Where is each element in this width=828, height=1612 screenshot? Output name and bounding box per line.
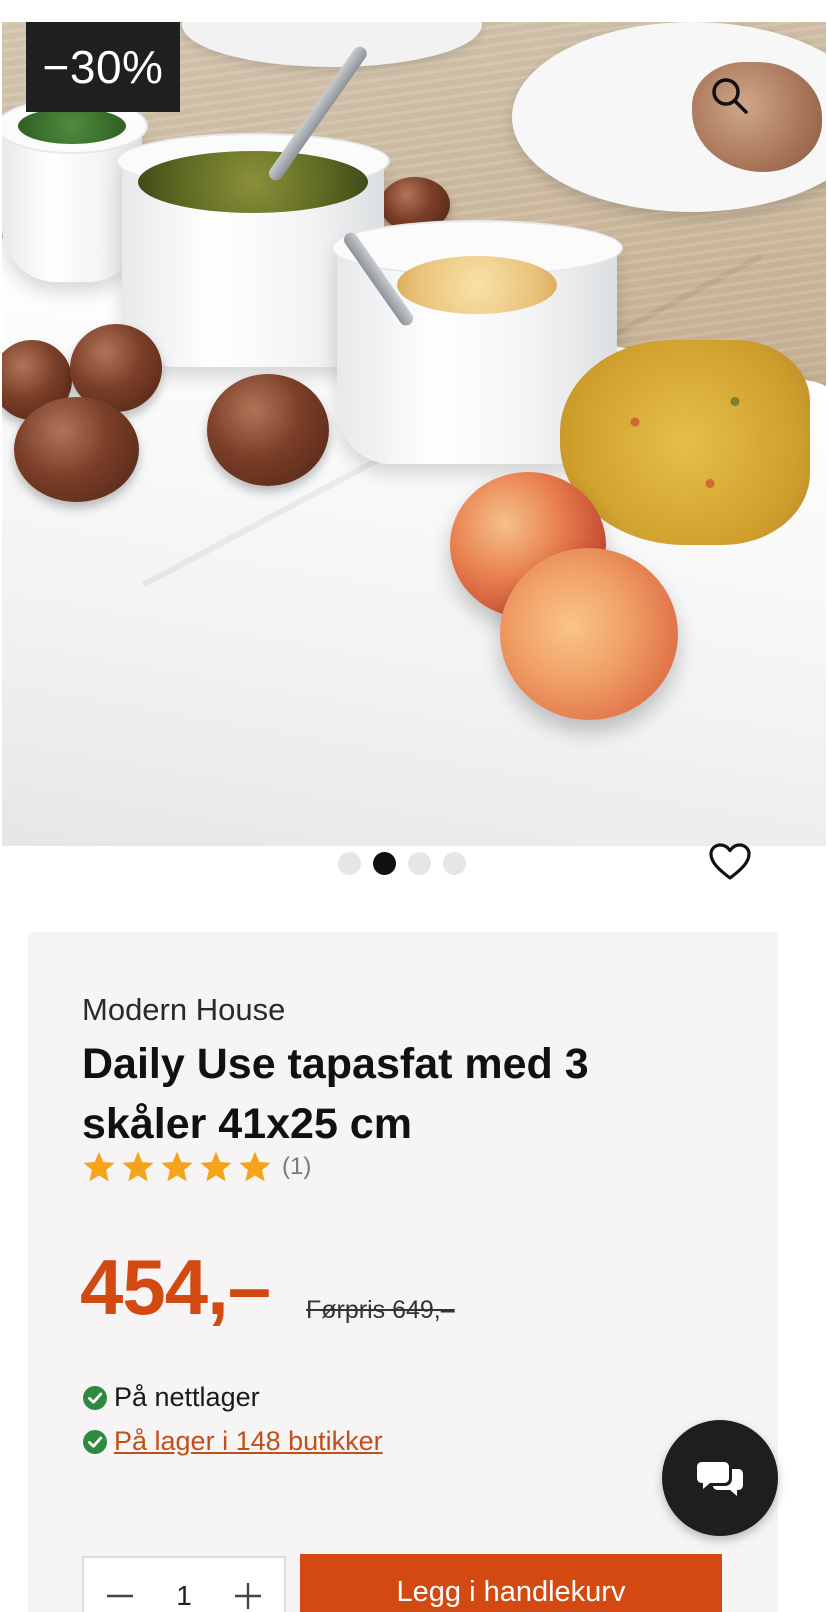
- chat-bubbles-icon: [697, 1462, 743, 1496]
- rating-count: (1): [282, 1152, 312, 1180]
- previous-price: Førpris 649,–: [306, 1296, 455, 1324]
- star-icon: [161, 1151, 193, 1182]
- stores-stock-link[interactable]: På lager i 148 butikker: [114, 1426, 383, 1457]
- current-price: 454,–: [80, 1243, 271, 1331]
- meatball: [207, 374, 329, 486]
- bowl-herbs: [2, 98, 148, 282]
- chat-button[interactable]: [662, 1420, 778, 1536]
- star-icon: [200, 1151, 232, 1182]
- product-info-card: Modern House Daily Use tapasfat med 3 sk…: [28, 932, 778, 1612]
- discount-badge: −30%: [26, 22, 180, 112]
- add-to-cart-button[interactable]: Legg i handlekurv: [300, 1554, 722, 1612]
- carousel-dot[interactable]: [408, 852, 431, 875]
- product-image[interactable]: [2, 22, 826, 846]
- carousel-dot[interactable]: [443, 852, 466, 875]
- quantity-stepper: 1: [82, 1556, 286, 1612]
- carousel-dot-active[interactable]: [373, 852, 396, 875]
- stock-stores: På lager i 148 butikker: [82, 1426, 383, 1457]
- heart-outline-icon: [709, 843, 751, 880]
- peach: [500, 548, 678, 720]
- minus-icon: [107, 1594, 133, 1598]
- check-circle-icon: [83, 1429, 107, 1454]
- star-icon: [239, 1151, 271, 1182]
- product-title: Daily Use tapasfat med 3 skåler 41x25 cm: [82, 1040, 589, 1148]
- brand-name[interactable]: Modern House: [82, 992, 285, 1028]
- increase-quantity-button[interactable]: [230, 1578, 266, 1612]
- star-icon: [122, 1151, 154, 1182]
- favorite-button[interactable]: [706, 838, 754, 886]
- zoom-button[interactable]: [700, 66, 760, 126]
- star-icon: [83, 1151, 115, 1182]
- search-icon: [712, 78, 748, 114]
- plus-icon: [234, 1583, 261, 1609]
- decrease-quantity-button[interactable]: [102, 1578, 138, 1612]
- rating[interactable]: (1): [82, 1150, 311, 1183]
- carousel-dot[interactable]: [338, 852, 361, 875]
- rating-stars: [82, 1150, 272, 1183]
- stock-online-label: På nettlager: [114, 1382, 260, 1412]
- check-circle-icon: [83, 1385, 107, 1410]
- stock-online: På nettlager: [82, 1382, 260, 1413]
- quantity-value[interactable]: 1: [176, 1580, 192, 1612]
- carousel-dots: [338, 852, 466, 876]
- meatball: [14, 397, 139, 502]
